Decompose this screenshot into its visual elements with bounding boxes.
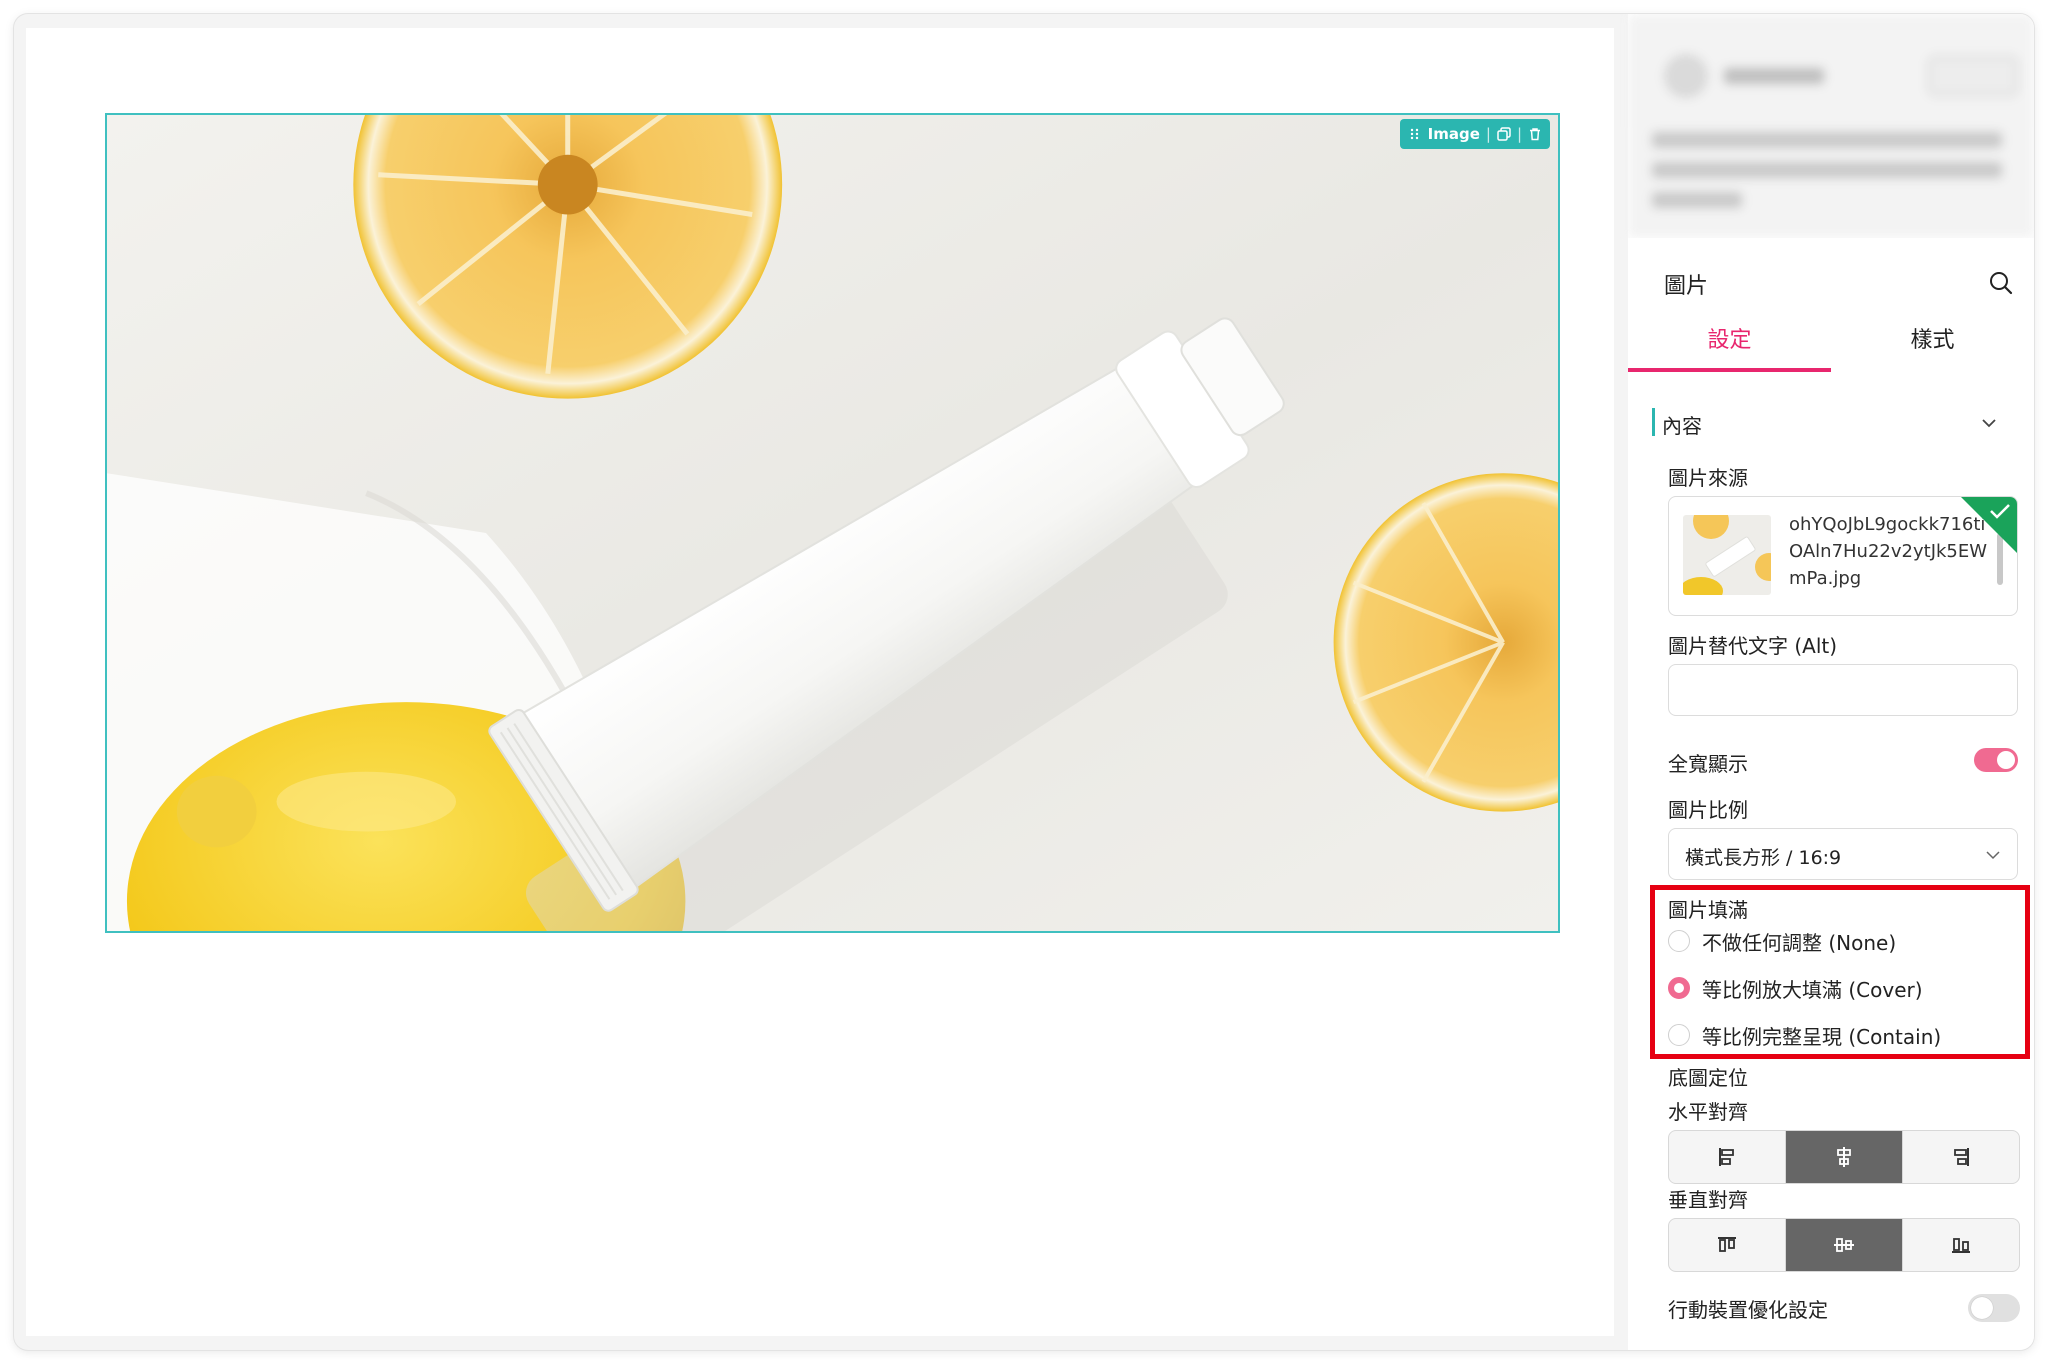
align-middle-icon	[1834, 1238, 1854, 1252]
align-bottom-icon	[1952, 1238, 1970, 1253]
blurred-text-line	[1652, 132, 2002, 148]
aspect-ratio-select[interactable]: 橫式長方形 / 16:9	[1668, 828, 2018, 880]
align-bottom-button[interactable]	[1903, 1219, 2019, 1271]
blurred-text-line	[1652, 192, 1742, 208]
avatar	[1664, 54, 1708, 98]
blurred-button	[1928, 56, 2018, 96]
align-center-icon	[1837, 1147, 1851, 1167]
full-width-toggle[interactable]	[1974, 748, 2018, 772]
align-top-button[interactable]	[1669, 1219, 1786, 1271]
image-fill-label: 圖片填滿	[1668, 898, 1748, 922]
editor-window: Image | | 圖片 設定 樣式 內容 圖片來源 ohYQoJbL9gock…	[14, 14, 2034, 1350]
radio-button[interactable]	[1668, 1024, 1690, 1046]
editor-canvas: Image | |	[26, 28, 1614, 1336]
align-right-icon	[1954, 1148, 1969, 1166]
image-source-label: 圖片來源	[1668, 466, 1748, 490]
horizontal-align-group	[1668, 1130, 2020, 1184]
search-icon[interactable]	[1988, 270, 2014, 296]
toggle-knob	[1971, 1297, 1993, 1319]
toolbar-separator: |	[1485, 125, 1491, 143]
fill-option-none[interactable]: 不做任何調整 (None)	[1668, 926, 1896, 956]
mobile-optimize-toggle[interactable]	[1968, 1294, 2020, 1322]
image-block[interactable]: Image | |	[105, 113, 1560, 933]
fill-option-label: 等比例放大填滿 (Cover)	[1702, 977, 1923, 1002]
align-left-icon	[1719, 1148, 1734, 1166]
align-left-button[interactable]	[1669, 1131, 1786, 1183]
horizontal-align-label: 水平對齊	[1668, 1100, 1748, 1124]
aspect-ratio-value: 橫式長方形 / 16:9	[1685, 847, 1842, 869]
align-right-button[interactable]	[1903, 1131, 2019, 1183]
chevron-down-icon[interactable]	[1980, 414, 1998, 432]
blurred-name	[1724, 68, 1824, 84]
radio-button[interactable]	[1668, 930, 1690, 952]
tab-style[interactable]: 樣式	[1831, 316, 2034, 372]
trash-icon[interactable]	[1528, 127, 1542, 141]
panel-header: 圖片 設定 樣式	[1628, 238, 2034, 372]
panel-title: 圖片	[1664, 274, 1709, 299]
fill-option-label: 不做任何調整 (None)	[1702, 930, 1897, 955]
image-block-toolbar: Image | |	[1399, 119, 1550, 149]
drag-handle-icon[interactable]	[1408, 127, 1422, 141]
align-center-button[interactable]	[1786, 1131, 1903, 1183]
fill-option-contain[interactable]: 等比例完整呈現 (Contain)	[1668, 1020, 1941, 1050]
image-thumbnail	[1683, 515, 1771, 595]
full-width-label: 全寬顯示	[1668, 752, 1748, 776]
content-section-header[interactable]: 內容	[1648, 406, 2014, 440]
mobile-optimize-label: 行動裝置優化設定	[1668, 1298, 1828, 1322]
duplicate-icon[interactable]	[1497, 127, 1511, 141]
fill-option-label: 等比例完整呈現 (Contain)	[1702, 1024, 1942, 1049]
toggle-knob	[1997, 751, 2015, 769]
aspect-ratio-label: 圖片比例	[1668, 798, 1748, 822]
image-source-picker[interactable]: ohYQoJbL9gockk716tiOAln7Hu22v2ytJk5EWmPa…	[1668, 496, 2018, 616]
blurred-text-line	[1652, 162, 2002, 178]
fill-option-cover[interactable]: 等比例放大填滿 (Cover)	[1668, 973, 1923, 1003]
vertical-align-label: 垂直對齊	[1668, 1188, 1748, 1212]
toolbar-separator: |	[1516, 125, 1522, 143]
blurred-header	[1628, 14, 2034, 238]
tab-settings[interactable]: 設定	[1628, 316, 1831, 372]
image-block-label: Image	[1427, 125, 1480, 143]
align-middle-button[interactable]	[1786, 1219, 1903, 1271]
chevron-down-icon	[1986, 851, 2000, 860]
section-title: 內容	[1662, 414, 1702, 438]
align-top-icon	[1718, 1237, 1736, 1252]
alt-text-label: 圖片替代文字 (Alt)	[1668, 634, 1838, 658]
vertical-align-group	[1668, 1218, 2020, 1272]
radio-button[interactable]	[1668, 977, 1690, 999]
section-accent-bar	[1652, 408, 1655, 436]
settings-panel: 圖片 設定 樣式 內容 圖片來源 ohYQoJbL9gockk716tiOAln…	[1628, 14, 2034, 1350]
lemon-product-photo	[107, 115, 1558, 931]
bg-position-label: 底圖定位	[1668, 1066, 1748, 1090]
selected-check-icon	[1961, 497, 2017, 553]
panel-tabs: 設定 樣式	[1628, 316, 2034, 372]
alt-text-input[interactable]	[1668, 664, 2018, 716]
